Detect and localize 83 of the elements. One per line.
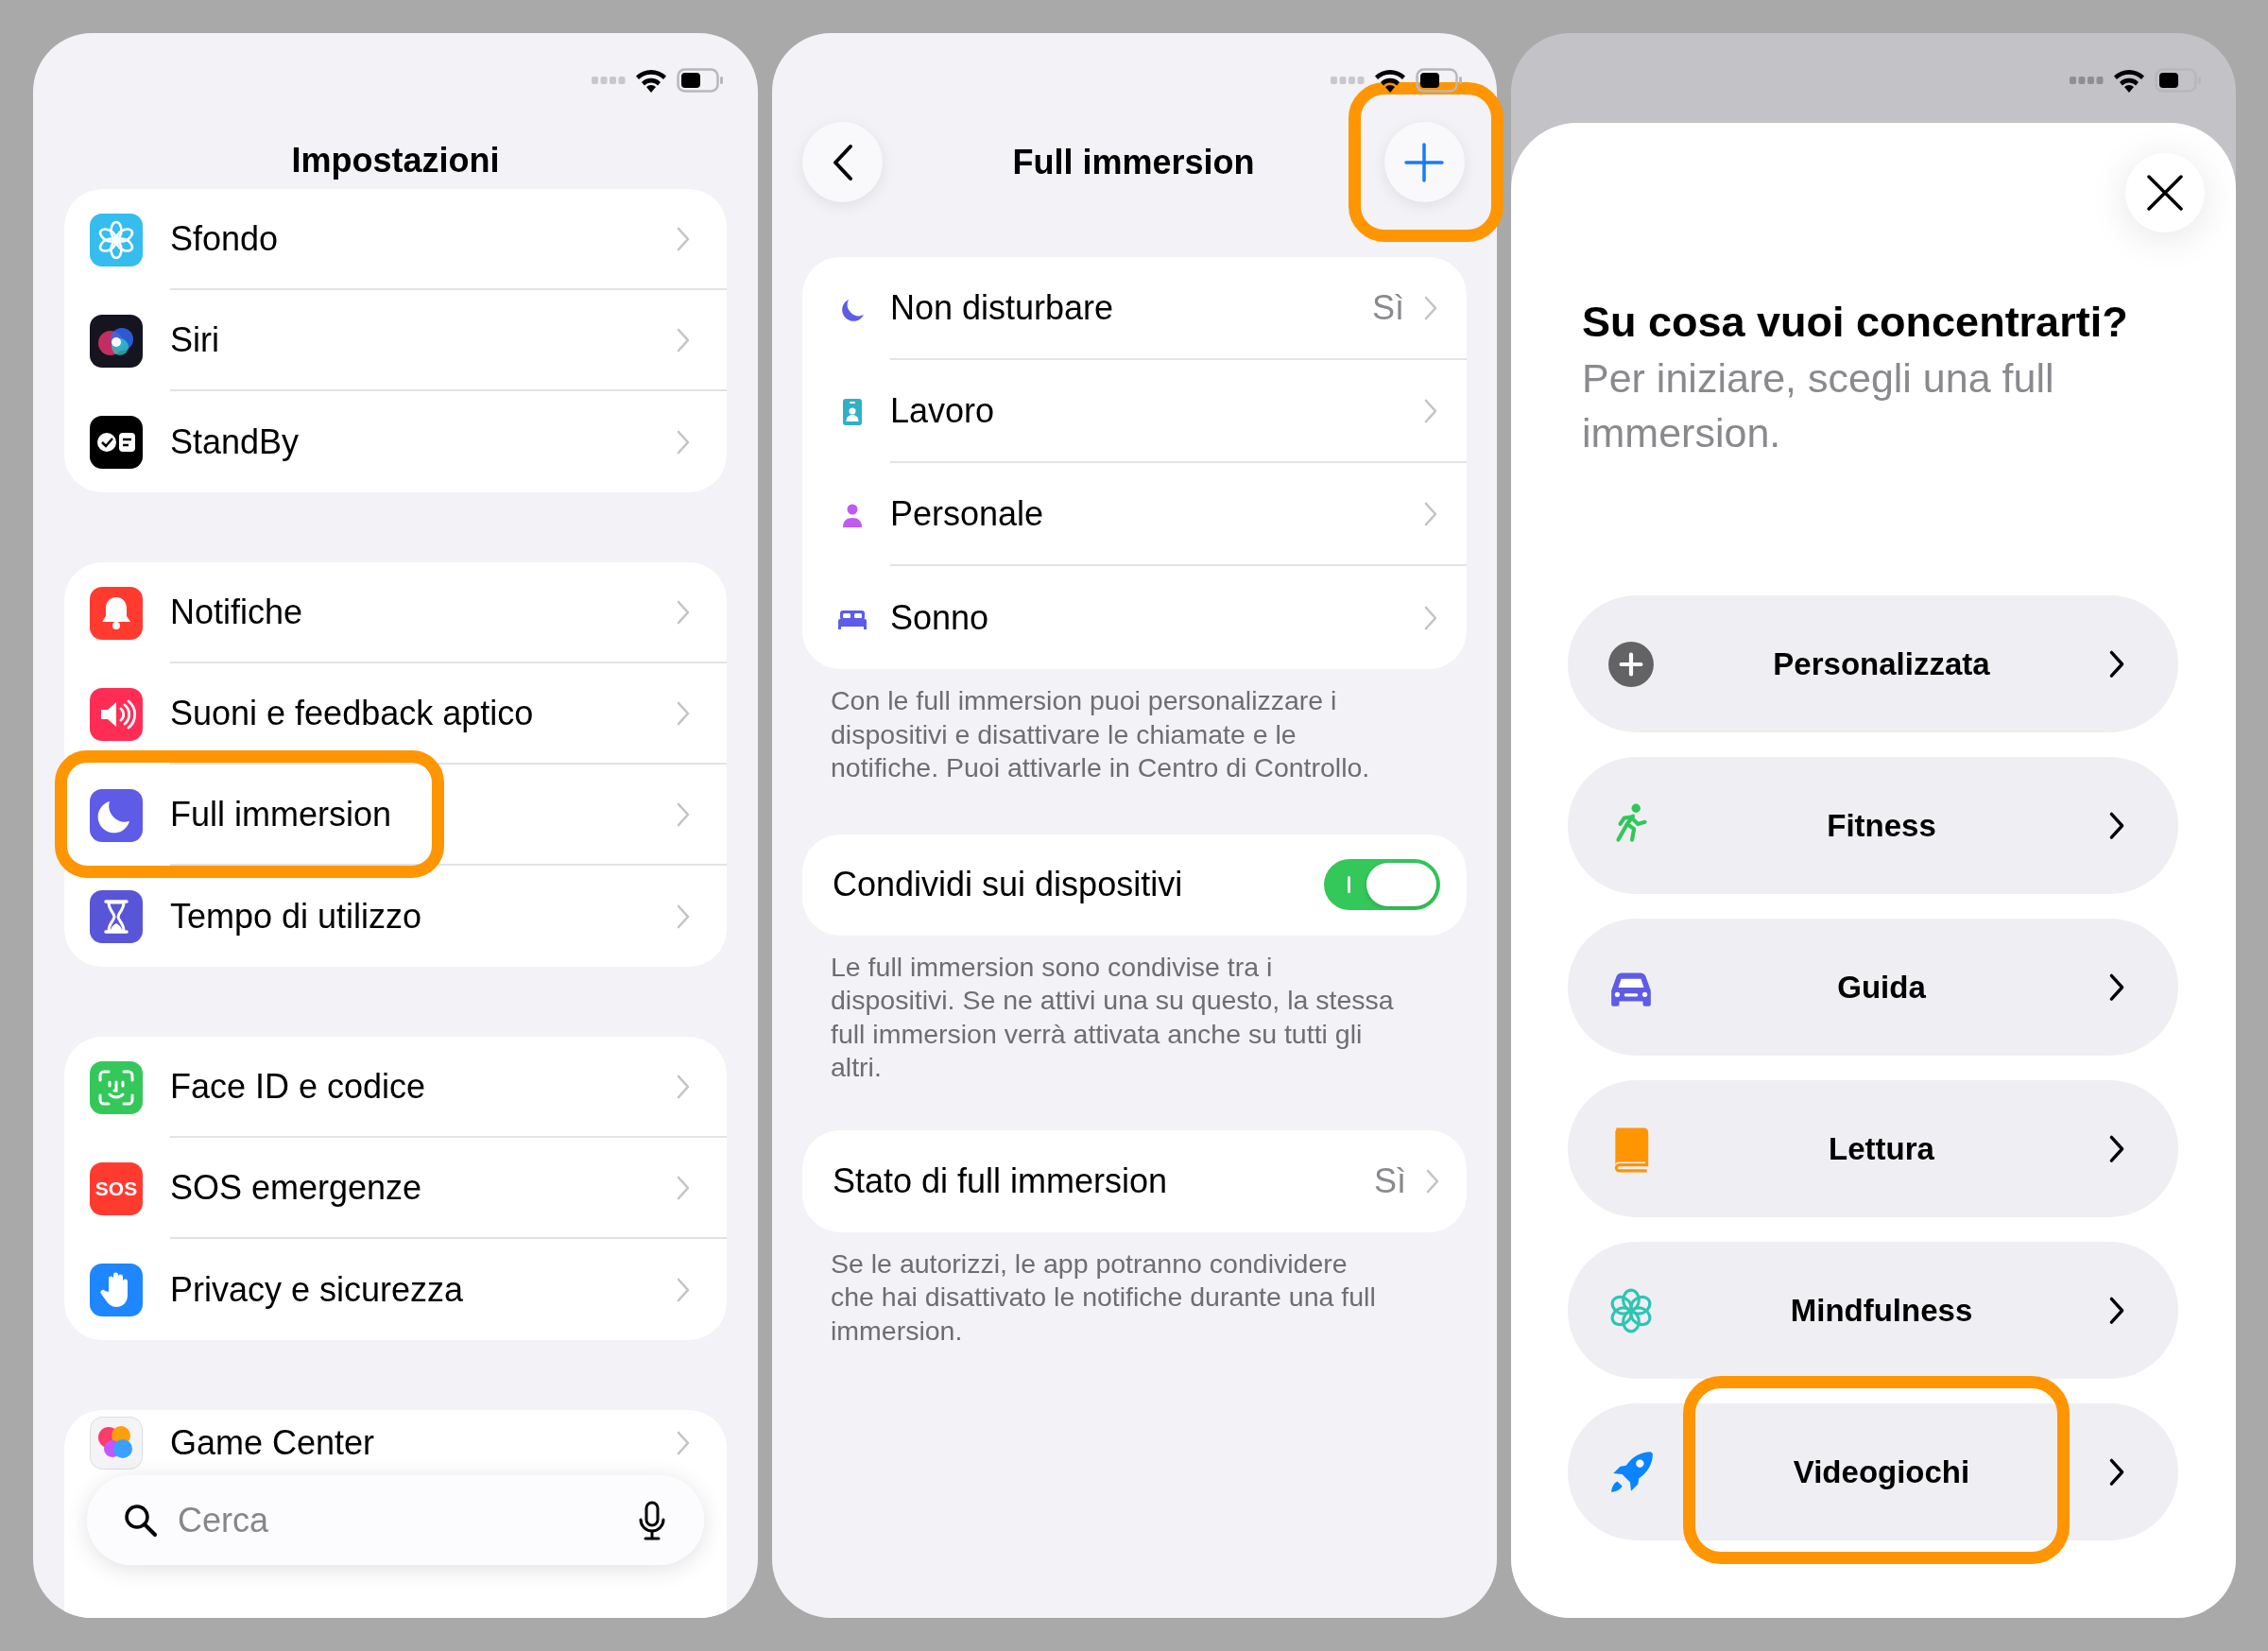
chevron-icon xyxy=(676,800,691,828)
bell-icon xyxy=(90,586,143,640)
focus-mode-item[interactable]: Lavoro xyxy=(802,360,1467,463)
focus-option[interactable]: Fitness xyxy=(1568,757,2178,894)
search-input[interactable]: Cerca xyxy=(176,1499,621,1541)
settings-item[interactable]: Full immersion xyxy=(64,765,727,866)
focus-option[interactable]: Videogiochi xyxy=(1568,1403,2178,1540)
chevron-icon xyxy=(676,1174,691,1201)
chevron-icon xyxy=(1423,294,1438,321)
settings-item[interactable]: Siri xyxy=(64,290,727,391)
setting-label: Condividi sui dispositivi xyxy=(833,865,1183,904)
face-scan-icon xyxy=(90,1060,143,1114)
back-chevron-icon xyxy=(831,143,854,181)
hand-icon xyxy=(90,1263,143,1316)
settings-item[interactable]: Stato di full immersion Sì xyxy=(802,1129,1467,1232)
chevron-icon xyxy=(1423,397,1438,424)
focus-option[interactable]: Lettura xyxy=(1568,1080,2178,1217)
chevron-icon xyxy=(1423,500,1438,527)
chevron-icon xyxy=(2108,1133,2125,1164)
signal-icon xyxy=(1331,77,1365,84)
chevron-icon xyxy=(676,1073,691,1100)
chevron-icon xyxy=(2108,1295,2125,1326)
chevron-icon xyxy=(2108,1456,2125,1488)
chevron-icon xyxy=(2108,972,2125,1003)
chevron-icon xyxy=(676,598,691,626)
battery-icon xyxy=(677,68,724,93)
chevron-icon xyxy=(676,699,691,727)
screen-title: Impostazioni xyxy=(291,140,500,181)
sheet-subtitle: Per iniziare, scegli una full immersion. xyxy=(1582,354,2055,457)
signal-icon xyxy=(592,77,626,84)
value-label: Sì xyxy=(1374,1161,1406,1201)
value-label: Sì xyxy=(1372,287,1404,328)
settings-item[interactable]: Suoni e feedback aptico xyxy=(64,663,727,765)
focus-option[interactable]: Mindfulness xyxy=(1568,1242,2178,1379)
plus-icon xyxy=(1607,640,1655,688)
focus-mode-item[interactable]: Sonno xyxy=(802,566,1467,669)
settings-item[interactable]: Sfondo xyxy=(64,189,727,290)
wifi-icon xyxy=(635,68,667,93)
settings-item[interactable]: Face ID e codice xyxy=(64,1037,727,1138)
hourglass-icon xyxy=(90,889,143,943)
settings-item[interactable]: Game Center xyxy=(64,1414,727,1472)
footer-note: Con le full immersion puoi personalizzare i dispositivi e disattivare le chiamate e le notifiche. Puoi attivarle in Centro di Controllo. xyxy=(831,684,1371,784)
plus-icon xyxy=(1404,142,1445,182)
search-icon xyxy=(123,1502,159,1539)
sheet-heading: Su cosa vuoi concentrarti? xyxy=(1582,297,2129,348)
screen-title: Full immersion xyxy=(1012,142,1255,182)
speaker-icon xyxy=(90,687,143,741)
focus-mode-item[interactable]: Non disturbare Sì xyxy=(802,257,1467,360)
footer-note: Le full immersion sono condivise tra i dispositivi. Se ne attivi una su questo, la stessa full immersion verrà attivata anche su tutti gli altri. xyxy=(831,950,1395,1084)
settings-item[interactable]: Privacy e sicurezza xyxy=(64,1239,727,1340)
chevron-icon xyxy=(676,225,691,252)
focus-option[interactable]: Guida xyxy=(1568,919,2178,1056)
flower-icon xyxy=(90,213,143,267)
close-icon xyxy=(2145,173,2185,213)
focus-mode-item[interactable]: Personale xyxy=(802,463,1467,566)
search-bar[interactable]: Cerca xyxy=(87,1475,704,1565)
sos-icon: SOS xyxy=(90,1161,143,1215)
footer-note: Se le autorizzi, le app potranno condividere che hai disattivato le notifiche durante una full immersion. xyxy=(831,1247,1377,1348)
chevron-icon xyxy=(2108,648,2125,679)
clock-widget-icon xyxy=(90,415,143,469)
chevron-icon xyxy=(676,1276,691,1303)
chevron-icon xyxy=(2108,810,2125,841)
wifi-icon xyxy=(1374,68,1406,93)
settings-item[interactable]: SOS SOS emergenze xyxy=(64,1138,727,1239)
chevron-icon xyxy=(1425,1167,1440,1195)
focus-option[interactable]: Personalizzata xyxy=(1568,595,2178,732)
settings-item[interactable]: StandBy xyxy=(64,391,727,492)
toggle-switch[interactable] xyxy=(1324,859,1440,910)
bubbles-icon xyxy=(90,1417,143,1470)
battery-icon xyxy=(2155,68,2202,93)
orb-icon xyxy=(90,314,143,368)
moon-icon xyxy=(90,788,143,842)
chevron-icon xyxy=(676,326,691,353)
microphone-icon xyxy=(638,1500,666,1540)
settings-item[interactable]: Notifiche xyxy=(64,562,727,663)
settings-item[interactable]: Tempo di utilizzo xyxy=(64,866,727,967)
battery-icon xyxy=(1416,68,1463,93)
chevron-icon xyxy=(676,428,691,456)
wifi-icon xyxy=(2113,68,2145,93)
chevron-icon xyxy=(1423,604,1438,631)
signal-icon xyxy=(2070,77,2104,84)
chevron-icon xyxy=(676,1430,691,1456)
chevron-icon xyxy=(676,903,691,930)
